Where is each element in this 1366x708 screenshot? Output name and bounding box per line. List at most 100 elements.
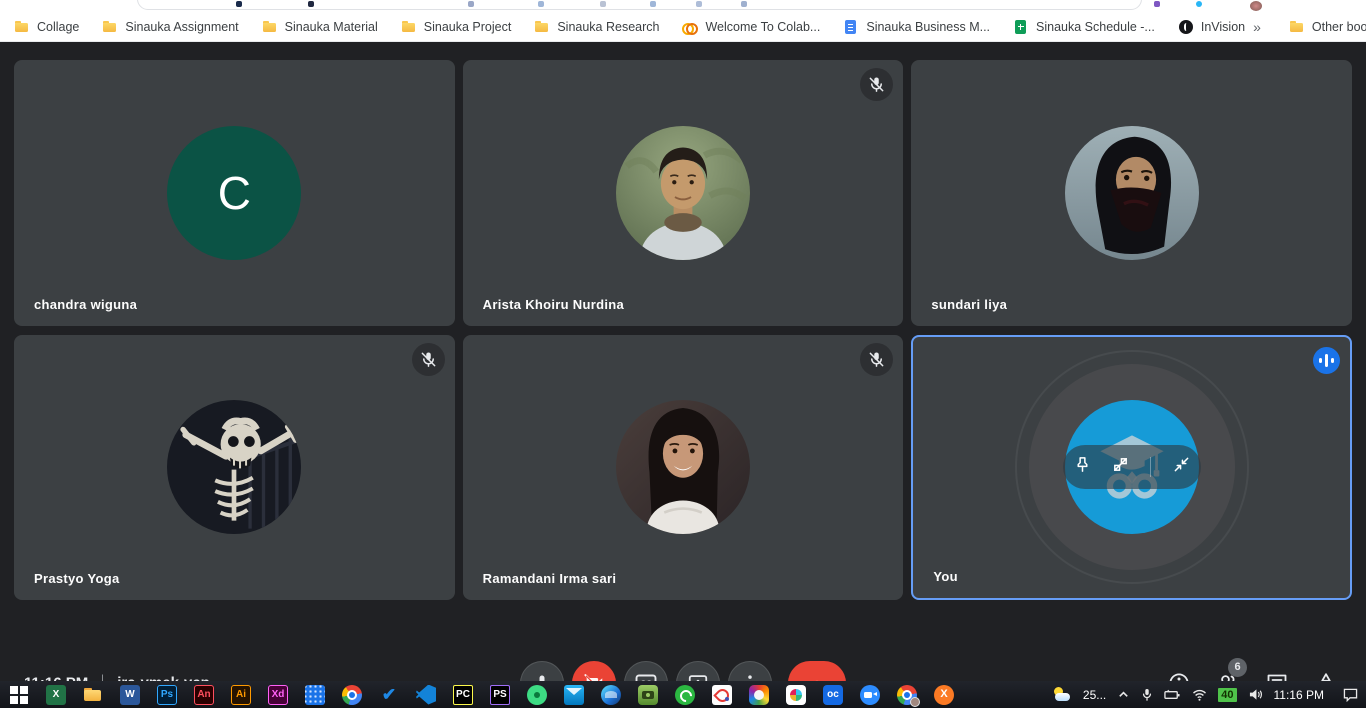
extension-icon[interactable] [1196, 1, 1202, 7]
bookmarks-list: Collage Sinauka Assignment Sinauka Materia… [14, 19, 1245, 35]
bookmark-sinauka-material[interactable]: Sinauka Material [262, 19, 378, 35]
taskbar-app-label: oc [827, 690, 839, 700]
bookmark-sinauka-business[interactable]: Sinauka Business M... [843, 19, 990, 35]
taskbar-app-label: ✔ [382, 686, 396, 703]
taskbar-word[interactable]: W [120, 685, 140, 705]
extension-icon[interactable] [538, 1, 544, 7]
taskbar-app-label: W [125, 690, 134, 700]
taskbar-xampp[interactable]: X [934, 685, 954, 705]
meeting-surface: C chandra wiguna [0, 42, 1366, 681]
extension-icon[interactable] [650, 1, 656, 7]
browser-profile-avatar[interactable] [1250, 1, 1262, 11]
extension-icon[interactable] [236, 1, 242, 7]
address-bar[interactable] [137, 0, 1142, 10]
tray-mic-icon[interactable] [1141, 688, 1153, 702]
extension-icon[interactable] [741, 1, 747, 7]
participant-tile-chandra-wiguna[interactable]: C chandra wiguna [14, 60, 455, 326]
taskbar-vscode[interactable] [416, 685, 436, 705]
taskbar-slack[interactable] [786, 685, 806, 705]
system-tray: 25... 40 11:16 PM [1052, 681, 1362, 708]
taskbar-file-explorer[interactable] [83, 685, 103, 705]
taskbar-app-label: Ps [161, 690, 173, 700]
tray-chevron-icon[interactable] [1117, 688, 1130, 701]
participant-tile-sundari[interactable]: sundari liya [911, 60, 1352, 326]
extension-icon[interactable] [600, 1, 606, 7]
taskbar-chrome[interactable] [342, 685, 362, 705]
net-speed-badge[interactable]: 40 [1218, 688, 1236, 702]
extension-icon[interactable] [468, 1, 474, 7]
participant-tile-arista[interactable]: Arista Khoiru Nurdina [463, 60, 904, 326]
bookmark-collage[interactable]: Collage [14, 19, 79, 35]
taskbar-calendar-app[interactable] [305, 685, 325, 705]
tray-battery-icon[interactable] [1164, 689, 1181, 701]
other-bookmarks-button[interactable]: Other bookmarks [1289, 19, 1366, 35]
taskbar-phpstorm[interactable]: PS [490, 685, 510, 705]
taskbar-camera-app[interactable] [638, 685, 658, 705]
taskbar-chrome-profile[interactable] [897, 685, 917, 705]
taskbar-whatsapp[interactable] [675, 685, 695, 705]
taskbar-app-label: PC [456, 690, 470, 700]
avatar-skeleton-cartoon [167, 400, 301, 534]
taskbar-edge[interactable] [601, 685, 621, 705]
bookmark-sinauka-research[interactable]: Sinauka Research [534, 19, 659, 35]
avatar-photo-girl [616, 400, 750, 534]
bookmark-label: Sinauka Research [557, 20, 659, 34]
avatar-photo-man [616, 126, 750, 260]
bookmark-sinauka-project[interactable]: Sinauka Project [401, 19, 512, 35]
taskbar-app-label: X [53, 690, 60, 700]
minimize-tile-button[interactable] [1173, 456, 1190, 478]
participant-name: chandra wiguna [34, 297, 137, 312]
taskbar-red-logo-app[interactable] [712, 685, 732, 705]
taskbar-illustrator[interactable]: Ai [231, 685, 251, 705]
participant-tile-you[interactable]: You [911, 335, 1352, 601]
weather-temp-label[interactable]: 25... [1083, 688, 1106, 702]
taskbar-oc-app[interactable]: oc [823, 685, 843, 705]
letter-avatar: C [167, 126, 301, 260]
weather-icon[interactable] [1052, 686, 1072, 704]
browser-toolbar-sliver [0, 0, 1366, 12]
pin-tile-button[interactable] [1074, 456, 1091, 478]
windows-taskbar: X W Ps An Ai Xd ✔ PC PS oc X 25... 40 11:16 PM [0, 681, 1366, 708]
taskbar-photoshop[interactable]: Ps [157, 685, 177, 705]
taskbar-animate[interactable]: An [194, 685, 214, 705]
folder-icon [1289, 19, 1305, 35]
taskbar-start[interactable] [9, 685, 29, 705]
taskbar-app-label: PS [493, 690, 506, 700]
tray-volume-icon[interactable] [1248, 688, 1263, 701]
docs-icon [843, 19, 859, 35]
extension-icon[interactable] [696, 1, 702, 7]
colab-icon [682, 19, 698, 35]
taskbar-pycharm[interactable]: PC [453, 685, 473, 705]
taskbar-mail[interactable] [564, 685, 584, 705]
avatar-letter: C [218, 166, 251, 220]
taskbar-apps: X W Ps An Ai Xd ✔ PC PS oc X [0, 685, 954, 705]
participant-name: You [933, 569, 958, 584]
bookmark-label: Sinauka Schedule -... [1036, 20, 1155, 34]
bookmarks-overflow-chevron[interactable]: » [1245, 19, 1269, 35]
mic-muted-icon [860, 343, 893, 376]
bookmark-invision[interactable]: InVision [1178, 19, 1245, 35]
bookmark-sinauka-schedule[interactable]: Sinauka Schedule -... [1013, 19, 1155, 35]
taskbar-excel[interactable]: X [46, 685, 66, 705]
taskbar-check-app[interactable]: ✔ [379, 685, 399, 705]
invision-icon [1178, 19, 1194, 35]
remove-tile-button[interactable] [1112, 456, 1129, 478]
taskbar-android-app[interactable] [527, 685, 547, 705]
participant-tile-prastyo[interactable]: Prastyo Yoga [14, 335, 455, 601]
mic-muted-icon [412, 343, 445, 376]
extension-icon[interactable] [1154, 1, 1160, 7]
bookmark-label: Sinauka Project [424, 20, 512, 34]
folder-icon [102, 19, 118, 35]
bookmark-sinauka-assignment[interactable]: Sinauka Assignment [102, 19, 238, 35]
bookmark-welcome-to-colab[interactable]: Welcome To Colab... [682, 19, 820, 35]
action-center-icon[interactable] [1343, 688, 1358, 702]
taskbar-zoom-app[interactable] [860, 685, 880, 705]
bookmark-label: Sinauka Material [285, 20, 378, 34]
participant-tile-ramandani[interactable]: Ramandani Irma sari [463, 335, 904, 601]
tray-wifi-icon[interactable] [1192, 689, 1207, 701]
tray-clock-label[interactable]: 11:16 PM [1274, 688, 1324, 702]
extension-icon[interactable] [308, 1, 314, 7]
participant-name: Arista Khoiru Nurdina [483, 297, 624, 312]
taskbar-hex-app[interactable] [749, 685, 769, 705]
taskbar-adobe-xd[interactable]: Xd [268, 685, 288, 705]
